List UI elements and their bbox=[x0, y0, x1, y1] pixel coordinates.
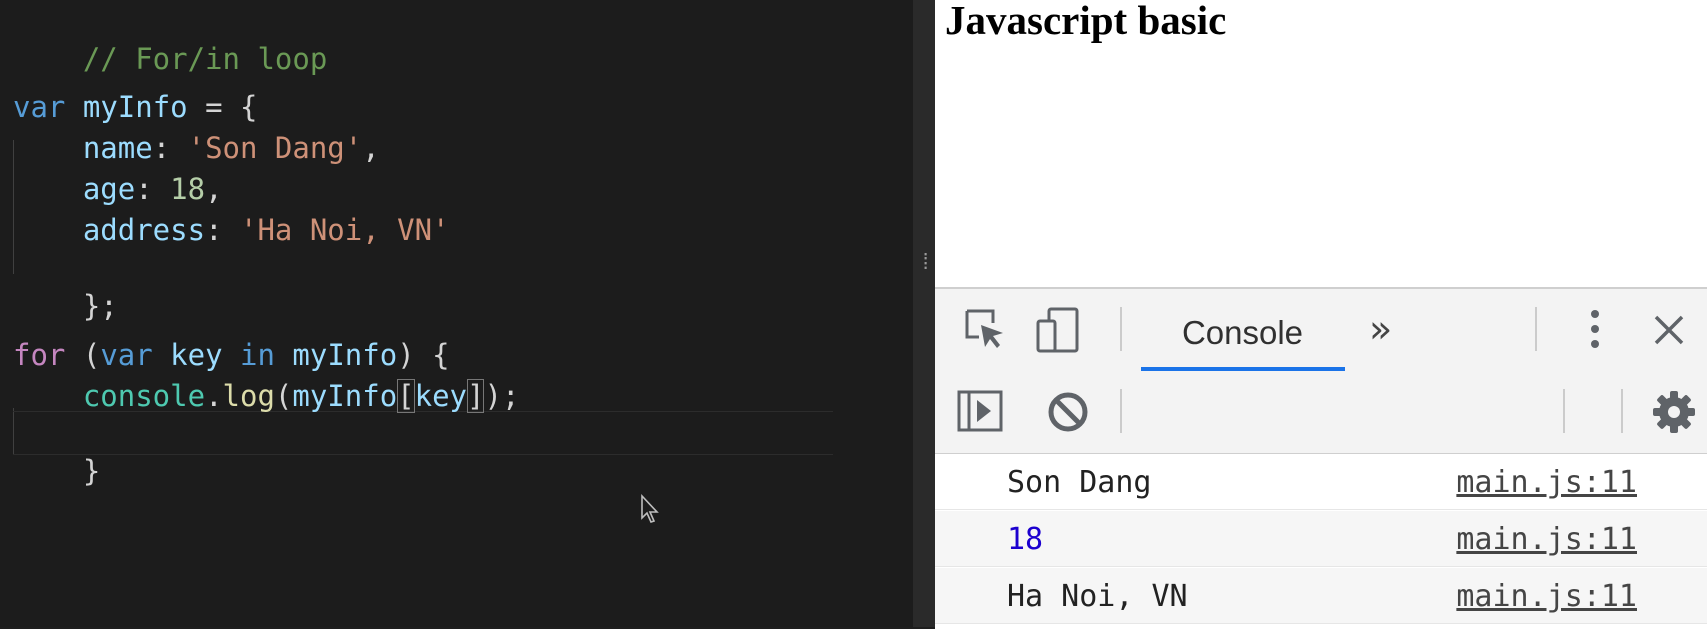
console-object: console bbox=[82, 379, 206, 413]
more-options-icon[interactable] bbox=[1588, 307, 1602, 351]
pane-splitter[interactable]: ⁞ bbox=[913, 0, 935, 627]
code-editor[interactable]: // For/in loop var myInfo = { name: 'Son… bbox=[0, 0, 913, 627]
console-message-text: Ha Noi, VN bbox=[1007, 579, 1188, 614]
prop-suffix: , bbox=[205, 172, 223, 206]
close-icon[interactable] bbox=[1652, 313, 1686, 347]
code-line-4: name: 'Son Dang', bbox=[82, 131, 380, 165]
more-tabs-button[interactable]: » bbox=[1369, 307, 1392, 351]
code-line-9: for (var key in myInfo) { bbox=[13, 338, 450, 372]
splitter-grip[interactable]: ⁞ bbox=[919, 250, 932, 280]
code-comment: // For/in loop bbox=[82, 42, 328, 76]
dot: . bbox=[205, 379, 223, 413]
loop-target: myInfo bbox=[292, 338, 398, 372]
code-line-10: console.log(myInfo[key]); bbox=[82, 379, 520, 413]
toolbar-separator bbox=[1535, 307, 1537, 351]
prop-key: age bbox=[82, 172, 136, 206]
console-message: 18 main.js:11 bbox=[935, 511, 1707, 567]
prop-value: 'Ha Noi, VN' bbox=[239, 213, 450, 247]
paren-close-brace: ) { bbox=[397, 338, 450, 372]
console-message: Son Dang main.js:11 bbox=[935, 454, 1707, 510]
console-message-source-link[interactable]: main.js:11 bbox=[1456, 579, 1637, 614]
loop-close: } bbox=[82, 454, 101, 488]
mouse-cursor-icon bbox=[641, 494, 659, 523]
code-line-6: address: 'Ha Noi, VN' bbox=[82, 213, 450, 247]
prop-value: 18 bbox=[170, 172, 206, 206]
clear-console-icon[interactable] bbox=[1046, 390, 1090, 434]
prop-key: name bbox=[82, 131, 153, 165]
prop-key: address bbox=[82, 213, 206, 247]
toolbar-separator bbox=[1563, 389, 1565, 433]
console-message-source-link[interactable]: main.js:11 bbox=[1456, 522, 1637, 557]
current-line-highlight bbox=[13, 411, 833, 455]
toolbar-separator bbox=[1621, 389, 1623, 433]
console-messages: Son Dang main.js:11 18 main.js:11 Ha Noi… bbox=[935, 454, 1707, 629]
keyword-for: for bbox=[13, 338, 66, 372]
code-line-3: var myInfo = { bbox=[13, 90, 257, 124]
sidebar-toggle-icon[interactable] bbox=[957, 390, 1003, 432]
console-toolbar: top ▼ bbox=[935, 371, 1707, 504]
device-toolbar-icon[interactable] bbox=[1035, 307, 1083, 355]
code-line-11: } bbox=[13, 420, 100, 522]
bracket-match: ] bbox=[467, 379, 485, 413]
devtools-panel: Console » top ▼ bbox=[935, 287, 1707, 629]
browser-pane: Javascript basic Console » Son Dang main… bbox=[935, 0, 1707, 629]
keyword-var: var bbox=[100, 338, 153, 372]
paren-open: ( bbox=[65, 338, 101, 372]
inspect-element-icon[interactable] bbox=[963, 307, 1007, 351]
object-close: }; bbox=[82, 289, 118, 323]
arg-object: myInfo bbox=[292, 379, 398, 413]
tab-console[interactable]: Console bbox=[1140, 301, 1345, 365]
settings-gear-icon[interactable] bbox=[1652, 390, 1696, 434]
assign-brace: = { bbox=[187, 90, 258, 124]
variable-name: myInfo bbox=[82, 90, 188, 124]
prop-value: 'Son Dang' bbox=[187, 131, 363, 165]
prop-suffix: , bbox=[362, 131, 380, 165]
keyword-var: var bbox=[13, 90, 66, 124]
log-method: log bbox=[222, 379, 275, 413]
toolbar-separator bbox=[1120, 389, 1122, 433]
loop-variable: key bbox=[170, 338, 223, 372]
toolbar-separator bbox=[1120, 307, 1122, 351]
keyword-in: in bbox=[240, 338, 275, 372]
statement-end: ); bbox=[484, 379, 520, 413]
bracket-match: [ bbox=[397, 379, 415, 413]
page-heading: Javascript basic bbox=[945, 0, 1227, 43]
console-message-source-link[interactable]: main.js:11 bbox=[1456, 465, 1637, 500]
devtools-toolbar: Console » bbox=[935, 289, 1707, 372]
arg-key: key bbox=[414, 379, 468, 413]
console-message-text: 18 bbox=[1007, 522, 1044, 557]
code-line-5: age: 18, bbox=[82, 172, 223, 206]
console-message-text: Son Dang bbox=[1007, 465, 1152, 500]
console-message: Ha Noi, VN main.js:11 bbox=[935, 568, 1707, 624]
